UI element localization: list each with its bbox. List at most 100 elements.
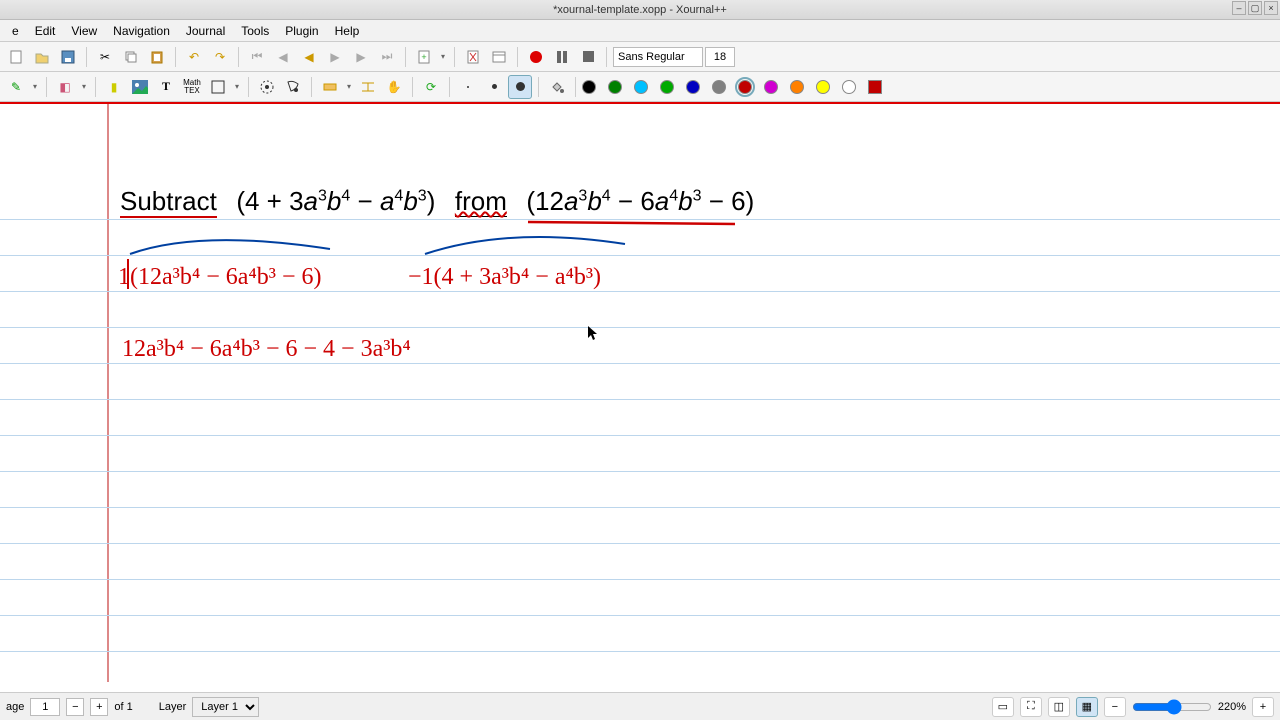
menu-navigation[interactable]: Navigation [105, 22, 178, 40]
view-fullscreen-icon[interactable]: ⛶ [1020, 697, 1042, 717]
eraser-tool-icon[interactable]: ◧ [53, 75, 77, 99]
menu-view[interactable]: View [63, 22, 105, 40]
menu-edit[interactable]: Edit [27, 22, 64, 40]
hand-line2a: 1(12a³b⁴ − 6a⁴b³ − 6) [118, 264, 321, 291]
toolbar-tools: ✎ ▾ ◧ ▾ ▮ T MathTEX ▾ ▾ ✋ ⟳ [0, 72, 1280, 102]
menu-file[interactable]: e [4, 22, 27, 40]
word-from: from [455, 186, 507, 217]
menu-tools[interactable]: Tools [233, 22, 277, 40]
redo-icon[interactable]: ↷ [208, 45, 232, 69]
expr1: (4 + 3a3b4 − a4b3) [236, 186, 435, 216]
layout-icon[interactable] [487, 45, 511, 69]
hand-line2b: −1(4 + 3a³b⁴ − a⁴b³) [408, 264, 601, 291]
color-white[interactable] [842, 80, 856, 94]
window-title: *xournal-template.xopp - Xournal++ [553, 4, 727, 16]
last-page-icon[interactable]: ⏭ [375, 45, 399, 69]
eraser-dropdown[interactable]: ▾ [79, 82, 89, 91]
mouse-cursor-icon [588, 326, 600, 342]
vertical-space-icon[interactable] [318, 75, 342, 99]
text-tool-icon[interactable]: T [154, 75, 178, 99]
fill-tool-icon[interactable] [545, 75, 569, 99]
next-annotated-icon[interactable]: ▶ [323, 45, 347, 69]
next-page-icon[interactable]: ▶ [349, 45, 373, 69]
new-icon[interactable] [4, 45, 28, 69]
select-region-icon[interactable] [255, 75, 279, 99]
first-page-icon[interactable]: ⏮ [245, 45, 269, 69]
canvas-area[interactable]: Subtract (4 + 3a3b4 − a4b3) from (12a3b4… [0, 102, 1280, 682]
thickness-fine-icon[interactable] [456, 75, 480, 99]
typed-problem: Subtract (4 + 3a3b4 − a4b3) from (12a3b4… [120, 186, 754, 217]
toolbar-main: ✂ ↶ ↷ ⏮ ◀ ◀ ▶ ▶ ⏭ + ▾ [0, 42, 1280, 72]
font-size-input[interactable] [705, 47, 735, 67]
pen-tool-icon[interactable]: ✎ [4, 75, 28, 99]
color-red[interactable] [738, 80, 752, 94]
menu-journal[interactable]: Journal [178, 22, 233, 40]
margin-line [107, 104, 109, 682]
menubar: e Edit View Navigation Journal Tools Plu… [0, 20, 1280, 42]
tex-tool-icon[interactable]: MathTEX [180, 75, 204, 99]
color-lightblue[interactable] [634, 80, 648, 94]
new-page-icon[interactable]: + [412, 45, 436, 69]
paste-icon[interactable] [145, 45, 169, 69]
vspace-dropdown[interactable]: ▾ [344, 82, 354, 91]
statusbar: age − + of 1 Layer Layer 1 ▭ ⛶ ◫ ▦ − 220… [0, 692, 1280, 720]
record-icon[interactable] [524, 45, 548, 69]
highlighter-tool-icon[interactable]: ▮ [102, 75, 126, 99]
delete-page-icon[interactable] [461, 45, 485, 69]
color-lightgreen[interactable] [660, 80, 674, 94]
close-button[interactable]: × [1264, 1, 1278, 15]
prev-page-icon[interactable]: ◀ [271, 45, 295, 69]
color-orange[interactable] [790, 80, 804, 94]
refresh-icon[interactable]: ⟳ [419, 75, 443, 99]
shape-dropdown[interactable]: ▾ [232, 82, 242, 91]
maximize-button[interactable]: ▢ [1248, 1, 1262, 15]
stop-icon[interactable] [576, 45, 600, 69]
layer-label: Layer [159, 701, 187, 713]
color-magenta[interactable] [764, 80, 778, 94]
expr2: (12a3b4 − 6a4b3 − 6) [526, 186, 754, 216]
page-prev-button[interactable]: − [66, 698, 84, 716]
zoom-value: 220% [1218, 701, 1246, 713]
color-blue[interactable] [686, 80, 700, 94]
new-page-dropdown[interactable]: ▾ [438, 52, 448, 61]
pause-icon[interactable] [550, 45, 574, 69]
layer-select[interactable]: Layer 1 [192, 697, 259, 717]
hand-line3: 12a³b⁴ − 6a⁴b³ − 6 − 4 − 3a³b⁴ [122, 336, 411, 363]
font-name-input[interactable] [613, 47, 703, 67]
color-yellow[interactable] [816, 80, 830, 94]
window-titlebar: *xournal-template.xopp - Xournal++ – ▢ × [0, 0, 1280, 20]
zoom-slider[interactable] [1132, 699, 1212, 715]
page-label: age [6, 701, 24, 713]
image-tool-icon[interactable] [128, 75, 152, 99]
menu-help[interactable]: Help [327, 22, 368, 40]
color-green[interactable] [608, 80, 622, 94]
page-number-input[interactable] [30, 698, 60, 716]
hand-tool-icon[interactable]: ✋ [382, 75, 406, 99]
view-single-icon[interactable]: ▭ [992, 697, 1014, 717]
color-gray[interactable] [712, 80, 726, 94]
color-black[interactable] [582, 80, 596, 94]
insert-space-icon[interactable] [356, 75, 380, 99]
prev-annotated-icon[interactable]: ◀ [297, 45, 321, 69]
open-icon[interactable] [30, 45, 54, 69]
page: Subtract (4 + 3a3b4 − a4b3) from (12a3b4… [0, 102, 1280, 682]
thickness-thick-icon[interactable] [508, 75, 532, 99]
undo-icon[interactable]: ↶ [182, 45, 206, 69]
save-icon[interactable] [56, 45, 80, 69]
copy-icon[interactable] [119, 45, 143, 69]
shape-tool-icon[interactable] [206, 75, 230, 99]
zoom-in-button[interactable]: + [1252, 697, 1274, 717]
select-object-icon[interactable] [281, 75, 305, 99]
view-grid-icon[interactable]: ▦ [1076, 697, 1098, 717]
pen-dropdown[interactable]: ▾ [30, 82, 40, 91]
menu-plugin[interactable]: Plugin [277, 22, 326, 40]
page-total: of 1 [114, 701, 132, 713]
view-dual-icon[interactable]: ◫ [1048, 697, 1070, 717]
thickness-medium-icon[interactable] [482, 75, 506, 99]
minimize-button[interactable]: – [1232, 1, 1246, 15]
zoom-out-button[interactable]: − [1104, 697, 1126, 717]
cut-icon[interactable]: ✂ [93, 45, 117, 69]
svg-text:+: + [421, 52, 426, 62]
fill-color-swatch[interactable] [868, 80, 882, 94]
page-next-button[interactable]: + [90, 698, 108, 716]
